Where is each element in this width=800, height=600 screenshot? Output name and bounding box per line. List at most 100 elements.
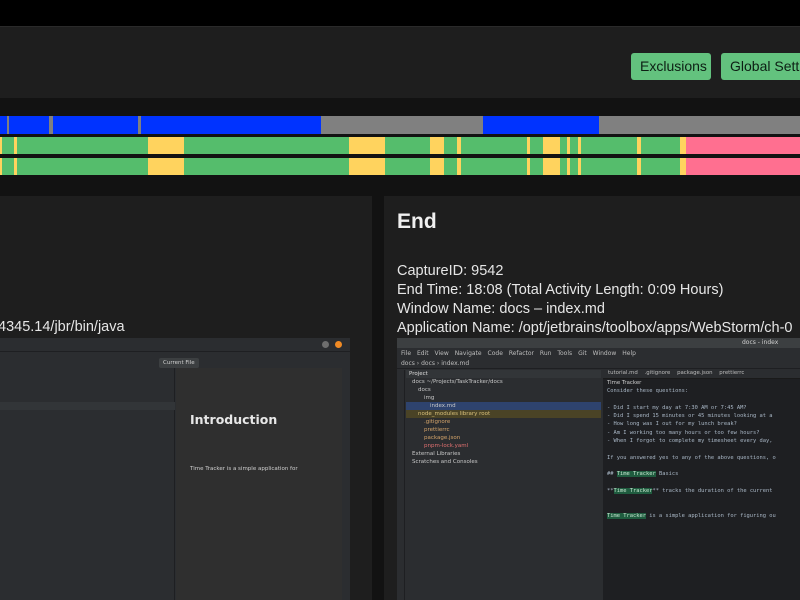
tree-item[interactable]: img [406, 394, 601, 402]
timeline-segment-green[interactable] [560, 137, 567, 154]
timeline-row-activity[interactable] [0, 137, 800, 154]
timeline-segment-yellow[interactable] [349, 137, 385, 154]
code-line: ## Time Tracker Basics [607, 471, 679, 478]
menu-item[interactable]: Code [488, 350, 503, 357]
timeline-segment-green[interactable] [2, 137, 14, 154]
timeline-segment-yellow[interactable] [543, 158, 560, 175]
tree-item[interactable]: pnpm-lock.yaml [406, 442, 601, 450]
menu-item[interactable]: Help [622, 350, 636, 357]
ide-breadcrumb: docs › docs › index.md [397, 360, 800, 369]
end-screenshot[interactable]: docs - index File Edit View Navigate Cod… [397, 338, 800, 600]
timeline-segment-gray[interactable] [599, 116, 800, 134]
ide-logo-icon [335, 341, 342, 348]
timeline-segment-green[interactable] [560, 158, 567, 175]
tree-item[interactable]: prettierrc [406, 426, 601, 434]
code-editor[interactable]: tutorial.md .gitignore package.json pret… [603, 370, 800, 600]
editor-title: Time Tracker [607, 380, 642, 386]
menu-item[interactable]: Window [593, 350, 617, 357]
timeline-segment-pink[interactable] [686, 158, 800, 175]
editor-tab[interactable]: tutorial.md [608, 370, 638, 376]
tree-item[interactable]: node_modules library root [406, 410, 601, 418]
exclusions-button[interactable]: Exclusions [631, 53, 711, 80]
ide-left-pane [0, 368, 175, 600]
code-line: - How long was I out for my lunch break? [607, 421, 737, 428]
menu-item[interactable]: View [435, 350, 449, 357]
menu-item[interactable]: Tools [557, 350, 572, 357]
project-label[interactable]: Project [406, 370, 601, 378]
start-screenshot[interactable]: Current File Introduction Time Tracker i… [0, 338, 350, 600]
tree-item[interactable]: Scratches and Consoles [406, 458, 601, 466]
timeline-segment-yellow[interactable] [430, 158, 444, 175]
timeline-segment-blue[interactable] [53, 116, 138, 134]
code-line: - When I forgot to complete my timesheet… [607, 438, 773, 445]
timeline-segment-pink[interactable] [686, 137, 800, 154]
window-name: Window Name: docs – index.md [397, 301, 605, 317]
tree-item[interactable]: .gitignore [406, 418, 601, 426]
menu-item[interactable]: Edit [417, 350, 429, 357]
timeline-segment-blue[interactable] [0, 116, 7, 134]
end-time: End Time: 18:08 (Total Activity Length: … [397, 282, 724, 298]
code-line: **Time Tracker** tracks the duration of … [607, 487, 773, 494]
timeline-segment-green[interactable] [570, 158, 578, 175]
editor-tab[interactable]: .gitignore [645, 370, 671, 376]
timeline-segment-green[interactable] [461, 137, 527, 154]
timeline-segment-green[interactable] [581, 158, 637, 175]
menu-item[interactable]: Refactor [509, 350, 534, 357]
code-line: - Am I working too many hours or too few… [607, 429, 760, 436]
editor-tabs: tutorial.md .gitignore package.json pret… [603, 370, 800, 379]
tree-item-selected[interactable]: index.md [406, 402, 601, 410]
timeline-segment-blue[interactable] [9, 116, 49, 134]
timeline-segment-green[interactable] [17, 137, 148, 154]
tree-item[interactable]: External Libraries [406, 450, 601, 458]
timeline-segment-green[interactable] [2, 158, 14, 175]
menu-item[interactable]: Run [540, 350, 552, 357]
timeline-segment-blue[interactable] [141, 116, 321, 134]
activity-timeline[interactable] [0, 98, 800, 184]
timeline-row-activity-detail[interactable] [0, 158, 800, 175]
timeline-segment-yellow[interactable] [148, 158, 184, 175]
timeline-segment-yellow[interactable] [349, 158, 385, 175]
menu-item[interactable]: Navigate [455, 350, 482, 357]
timeline-segment-blue[interactable] [483, 116, 599, 134]
timeline-segment-green[interactable] [530, 158, 543, 175]
timeline-segment-green[interactable] [184, 158, 349, 175]
timeline-segment-gray[interactable] [321, 116, 483, 134]
timeline-segment-green[interactable] [641, 158, 680, 175]
end-panel: End CaptureID: 9542 End Time: 18:08 (Tot… [384, 196, 800, 600]
menu-item[interactable]: Git [578, 350, 587, 357]
application-name: Application Name: /opt/jetbrains/toolbox… [397, 320, 793, 336]
highlighted-token: Time Tracker [607, 512, 646, 519]
tree-item[interactable]: package.json [406, 434, 601, 442]
timeline-segment-green[interactable] [385, 158, 430, 175]
timeline-segment-yellow[interactable] [543, 137, 560, 154]
current-file-dropdown[interactable]: Current File [159, 358, 199, 368]
tree-item[interactable]: docs [406, 386, 601, 394]
timeline-segment-green[interactable] [570, 137, 578, 154]
menu-item[interactable]: File [401, 350, 411, 357]
timeline-segment-yellow[interactable] [430, 137, 444, 154]
timeline-segment-green[interactable] [444, 158, 457, 175]
ide-toolbar [0, 338, 350, 352]
timeline-segment-green[interactable] [184, 137, 349, 154]
timeline-segment-green[interactable] [530, 137, 543, 154]
timeline-segment-green[interactable] [581, 137, 637, 154]
timeline-segment-green[interactable] [17, 158, 148, 175]
editor-tab[interactable]: prettierrc [719, 370, 744, 376]
tree-item[interactable]: docs ~/Projects/TaskTracker/docs [406, 378, 601, 386]
editor-tab[interactable]: package.json [677, 370, 713, 376]
timeline-segment-green[interactable] [641, 137, 680, 154]
selected-row [0, 402, 175, 410]
timeline-row-windows[interactable] [0, 116, 800, 134]
panel-title: End [397, 210, 437, 233]
timeline-segment-yellow[interactable] [148, 137, 184, 154]
java-path-text: 4345.14/jbr/bin/java [0, 319, 125, 335]
timeline-segment-green[interactable] [385, 137, 430, 154]
timeline-segment-green[interactable] [461, 158, 527, 175]
timeline-segment-green[interactable] [444, 137, 457, 154]
ide-tool-rail [397, 370, 405, 600]
global-settings-button[interactable]: Global Setti [721, 53, 800, 80]
